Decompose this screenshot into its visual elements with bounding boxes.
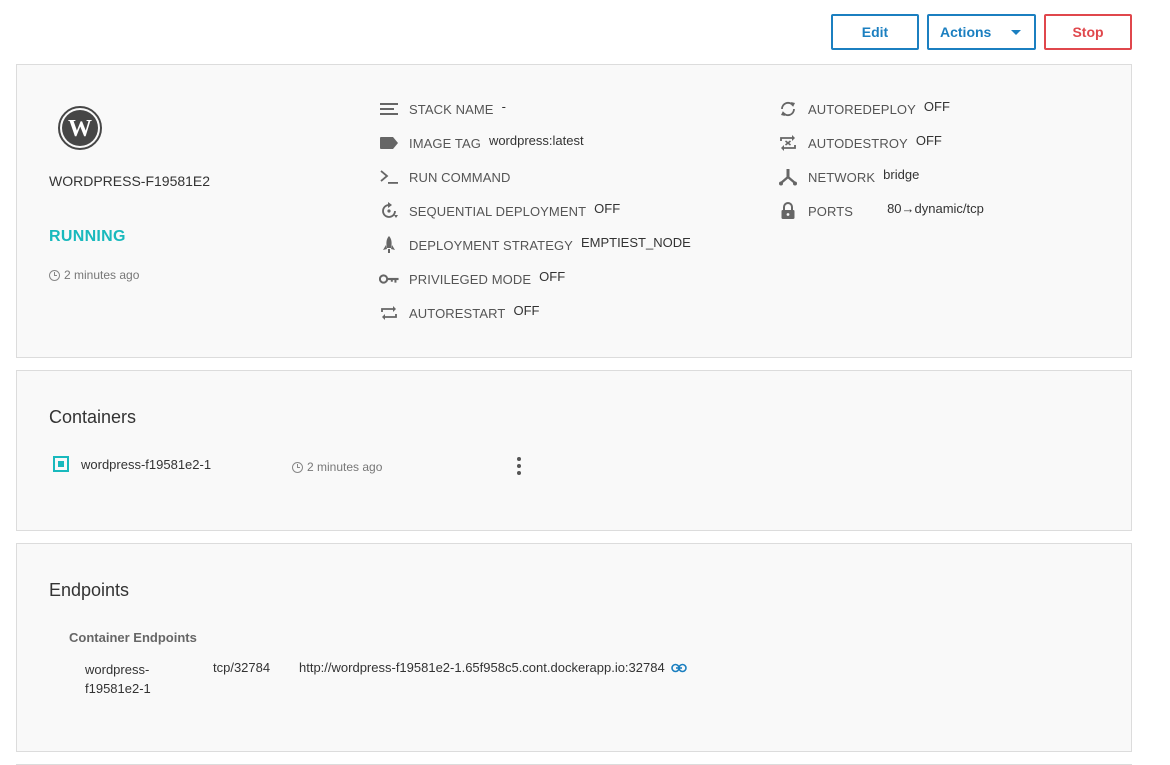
wordpress-logo-icon: W — [58, 106, 102, 150]
prop-value: wordpress:latest — [488, 132, 584, 148]
endpoints-subtitle: Container Endpoints — [69, 630, 197, 645]
endpoints-panel: Endpoints Container Endpoints wordpress-… — [16, 543, 1132, 752]
terminal-icon — [379, 167, 399, 187]
endpoint-container-name: wordpress-f19581e2-1 — [85, 662, 151, 696]
container-time-text: 2 minutes ago — [307, 460, 383, 474]
service-time-text: 2 minutes ago — [64, 268, 140, 282]
container-status-icon — [53, 456, 69, 472]
edit-button[interactable]: Edit — [831, 14, 919, 50]
prop-label: AUTODESTROY — [808, 135, 908, 151]
section-title: Containers — [49, 407, 137, 427]
stop-button[interactable]: Stop — [1044, 14, 1132, 50]
autodestroy-icon — [778, 133, 798, 153]
prop-image-tag: IMAGE TAG wordpress:latest — [379, 133, 584, 153]
lines-icon — [379, 99, 399, 119]
prop-label: RUN COMMAND — [409, 169, 511, 185]
prop-autodestroy: AUTODESTROY OFF — [778, 133, 942, 153]
network-icon — [778, 167, 798, 187]
prop-label: IMAGE TAG — [409, 135, 481, 151]
prop-network: NETWORK bridge — [778, 167, 919, 187]
service-name: WORDPRESS-F19581E2 — [49, 173, 211, 189]
prop-label: NETWORK — [808, 169, 876, 185]
container-time: 2 minutes ago — [292, 460, 382, 474]
prop-value: OFF — [594, 200, 621, 216]
prop-value: OFF — [539, 268, 566, 284]
prop-autoredeploy: AUTOREDEPLOY OFF — [778, 99, 950, 119]
actions-label: Actions — [940, 24, 992, 40]
key-icon — [379, 269, 399, 289]
prop-value: OFF — [915, 132, 942, 148]
prop-label: PORTS — [808, 203, 854, 219]
more-options-icon[interactable] — [515, 457, 523, 475]
prop-ports: PORTS 80→dynamic/tcp — [778, 201, 984, 221]
prop-label: DEPLOYMENT STRATEGY — [409, 237, 573, 253]
prop-value: OFF — [923, 98, 950, 114]
prop-value: OFF — [513, 302, 540, 318]
prop-label: AUTORESTART — [409, 305, 506, 321]
actions-dropdown-button[interactable]: Actions — [927, 14, 1036, 50]
prop-stack-name: STACK NAME - — [379, 99, 506, 119]
prop-value: EMPTIEST_NODE — [580, 234, 691, 250]
status-badge: RUNNING — [49, 228, 126, 245]
endpoint-port: tcp/32784 — [213, 660, 271, 675]
prop-run-command: RUN COMMAND — [379, 167, 518, 187]
prop-label: STACK NAME — [409, 101, 494, 117]
svg-text:W: W — [68, 116, 92, 142]
section-title: Endpoints — [49, 580, 130, 600]
endpoint-url: http://wordpress-f19581e2-1.65f958c5.con… — [299, 660, 687, 675]
refresh-icon — [778, 99, 798, 119]
prop-deployment-strategy: DEPLOYMENT STRATEGY EMPTIEST_NODE — [379, 235, 691, 255]
repeat-icon — [379, 303, 399, 323]
prop-autorestart: AUTORESTART OFF — [379, 303, 539, 323]
link-icon[interactable] — [670, 663, 687, 673]
tag-icon — [379, 133, 399, 153]
endpoint-url-text[interactable]: http://wordpress-f19581e2-1.65f958c5.con… — [299, 660, 665, 675]
prop-label: SEQUENTIAL DEPLOYMENT — [409, 203, 587, 219]
prop-label: AUTOREDEPLOY — [808, 101, 916, 117]
caret-down-icon — [1011, 30, 1021, 35]
service-time: 2 minutes ago — [49, 268, 139, 282]
prop-value: bridge — [883, 166, 920, 182]
rocket-icon — [379, 235, 399, 255]
prop-value: 80→dynamic/tcp — [887, 200, 984, 216]
clock-icon — [49, 269, 60, 281]
lock-icon — [778, 201, 798, 221]
prop-label: PRIVILEGED MODE — [409, 271, 532, 287]
container-name-link[interactable]: wordpress-f19581e2-1 — [81, 457, 211, 472]
service-summary-panel: W WORDPRESS-F19581E2 RUNNING 2 minutes a… — [16, 64, 1132, 358]
sequential-icon — [379, 201, 399, 221]
prop-value: - — [501, 98, 506, 114]
clock-icon — [292, 461, 303, 473]
prop-sequential-deployment: SEQUENTIAL DEPLOYMENT OFF — [379, 201, 620, 221]
containers-panel: Containers wordpress-f19581e2-1 2 minute… — [16, 370, 1132, 531]
container-item[interactable]: wordpress-f19581e2-1 — [53, 456, 211, 472]
prop-privileged-mode: PRIVILEGED MODE OFF — [379, 269, 565, 289]
